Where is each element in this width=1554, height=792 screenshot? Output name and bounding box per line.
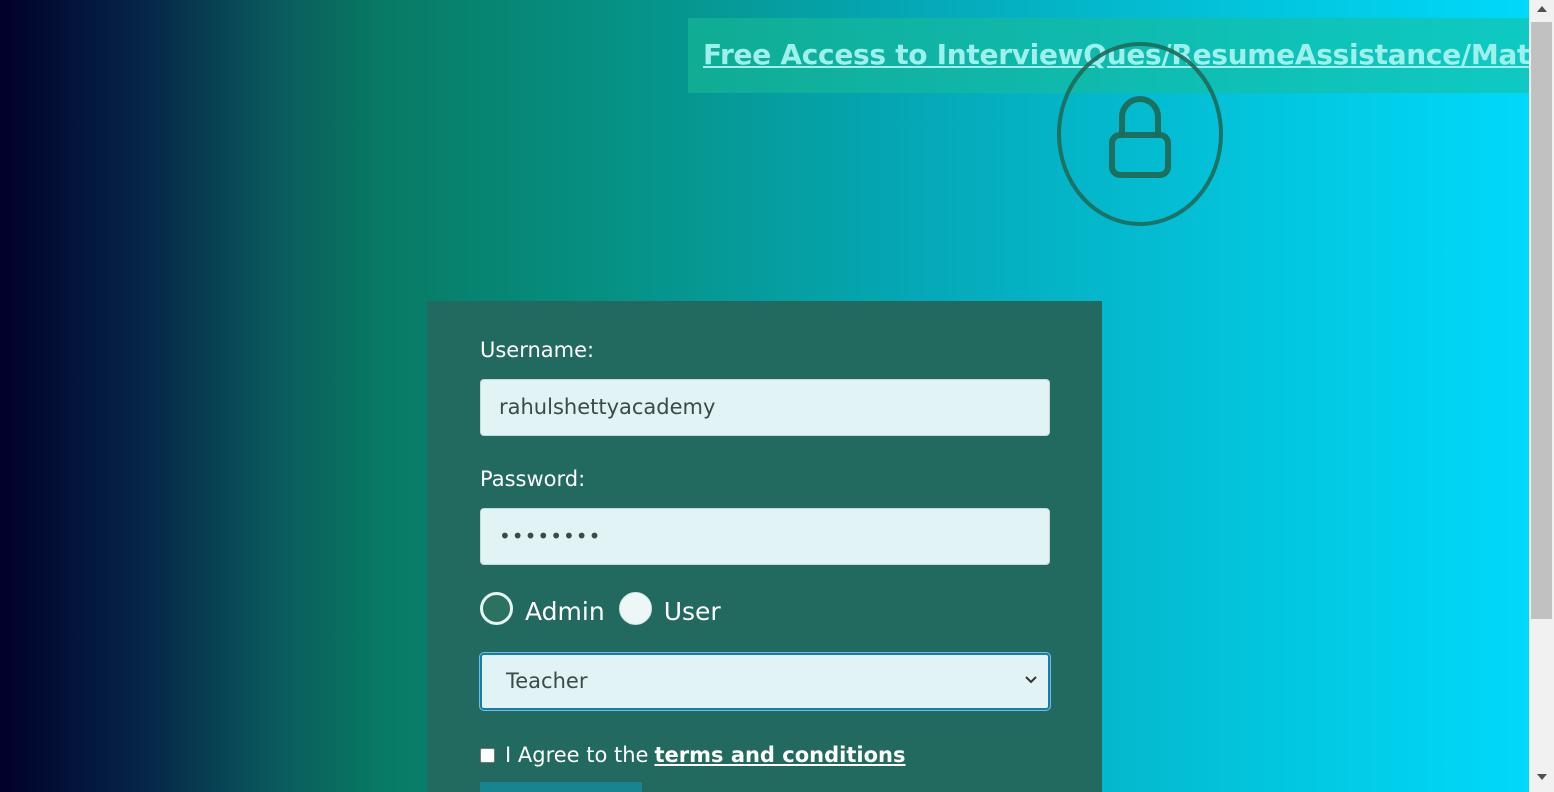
vertical-scrollbar[interactable] [1529,0,1554,792]
terms-link[interactable]: terms and conditions [654,743,905,767]
terms-checkbox[interactable] [480,747,495,763]
scroll-up-icon[interactable] [1537,6,1547,12]
radio-user-label: User [663,596,721,626]
username-input[interactable]: rahulshettyacademy [480,379,1050,436]
role-select[interactable]: Teacher [480,653,1050,710]
radio-admin[interactable] [480,591,513,625]
radio-admin-label: Admin [525,596,605,626]
agree-text: I Agree to the [505,743,649,767]
radio-user[interactable] [618,591,652,625]
scroll-thumb[interactable] [1531,22,1552,619]
scroll-down-icon[interactable] [1537,774,1547,780]
username-label: Username: [480,338,595,362]
login-form-card: Username: rahulshettyacademy Password: •… [427,301,1102,792]
sign-in-button[interactable] [480,782,642,792]
chevron-down-icon [1025,676,1037,684]
role-radio-group: Admin User [480,590,721,626]
lock-icon [1057,42,1223,226]
password-label: Password: [480,467,586,491]
terms-agreement: I Agree to the terms and conditions [480,741,905,769]
role-select-value: Teacher [506,669,588,693]
page-background: Free Access to InterviewQues/ResumeAssis… [0,0,1529,792]
password-input[interactable]: •••••••• [480,508,1050,565]
